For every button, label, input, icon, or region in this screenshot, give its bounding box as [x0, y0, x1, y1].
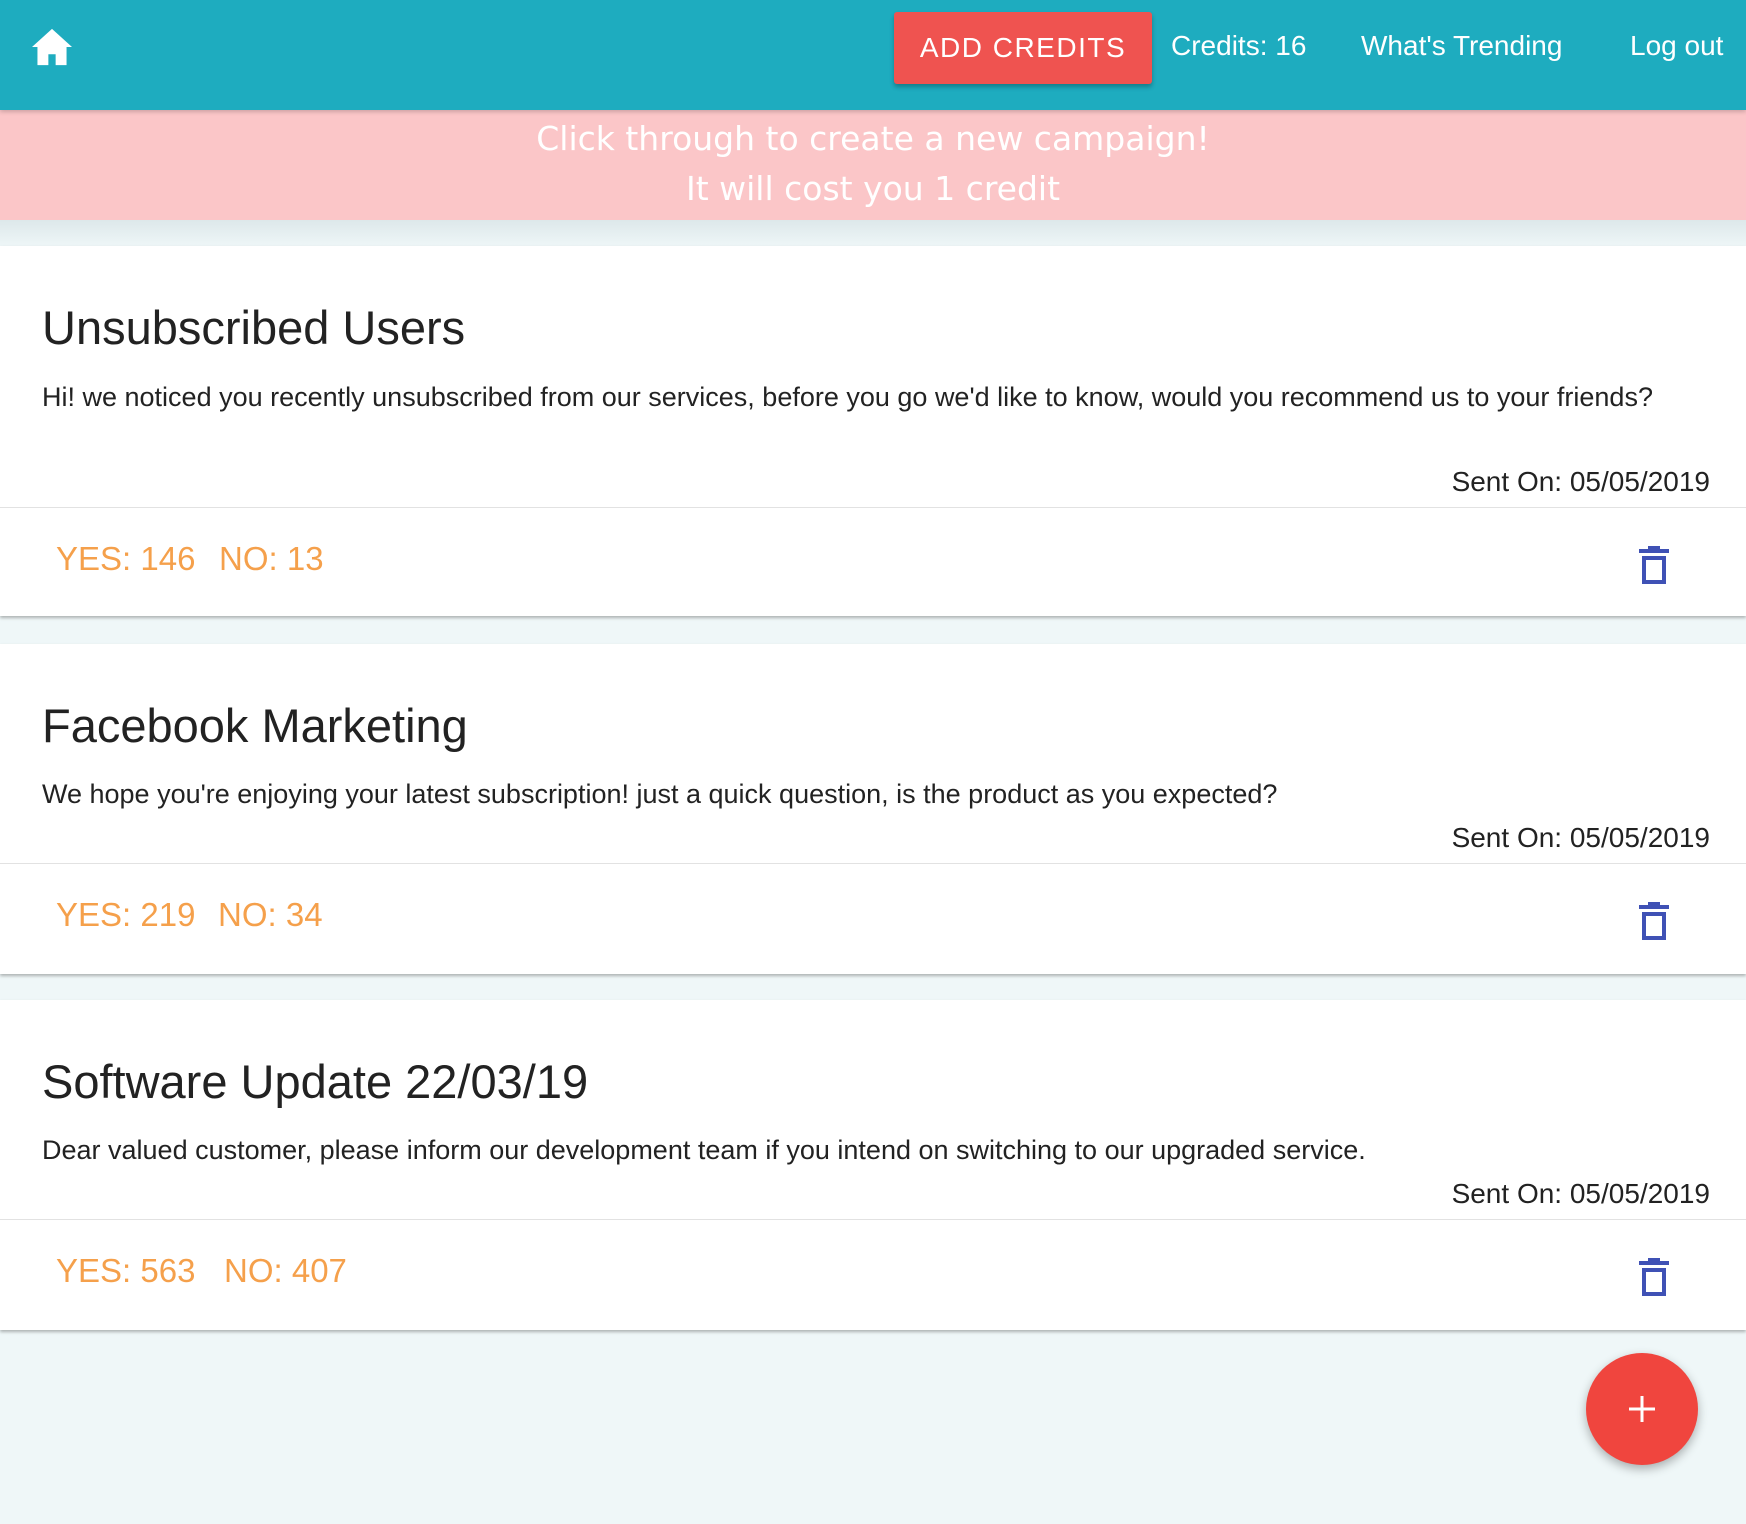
campaign-card: Software Update 22/03/19 Dear valued cus…	[0, 1000, 1746, 1330]
credits-count: Credits: 16	[1171, 30, 1307, 61]
add-campaign-fab[interactable]	[1586, 1353, 1698, 1465]
add-credits-button[interactable]: ADD CREDITS	[894, 12, 1152, 84]
new-campaign-banner[interactable]: Click through to create a new campaign! …	[0, 110, 1746, 220]
trash-icon	[1639, 902, 1669, 940]
banner-line-2: It will cost you 1 credit	[685, 169, 1061, 208]
card-actions: YES: 563 NO: 407	[0, 1220, 1746, 1328]
banner-line-1: Click through to create a new campaign!	[536, 119, 1210, 158]
yes-count: YES: 563	[56, 1252, 196, 1289]
no-count: NO: 34	[218, 896, 323, 933]
logout-link[interactable]: Log out	[1630, 26, 1723, 66]
banner-shadow	[0, 220, 1746, 246]
home-icon	[32, 28, 72, 66]
campaign-body: We hope you're enjoying your latest subs…	[42, 779, 1278, 809]
yes-count: YES: 146	[56, 540, 196, 577]
no-count: NO: 13	[219, 540, 324, 577]
home-link[interactable]	[30, 27, 74, 67]
campaign-body: Hi! we noticed you recently unsubscribed…	[42, 382, 1653, 412]
yes-count: YES: 219	[56, 896, 196, 933]
plus-icon	[1629, 1396, 1655, 1422]
campaign-sent-date: Sent On: 05/05/2019	[1451, 466, 1710, 497]
top-navbar: ADD CREDITS Credits: 16 What's Trending …	[0, 0, 1746, 110]
campaign-title: Software Update 22/03/19	[42, 1055, 589, 1108]
delete-campaign-button[interactable]	[1639, 902, 1669, 940]
trash-icon	[1639, 546, 1669, 584]
trash-icon	[1639, 1258, 1669, 1296]
campaign-card: Facebook Marketing We hope you're enjoyi…	[0, 644, 1746, 974]
campaign-sent-date: Sent On: 05/05/2019	[1451, 822, 1710, 853]
delete-campaign-button[interactable]	[1639, 546, 1669, 584]
campaign-title: Facebook Marketing	[42, 699, 468, 752]
whats-trending-link[interactable]: What's Trending	[1361, 26, 1562, 66]
campaign-sent-date: Sent On: 05/05/2019	[1451, 1178, 1710, 1209]
delete-campaign-button[interactable]	[1639, 1258, 1669, 1296]
no-count: NO: 407	[224, 1252, 347, 1289]
campaign-title: Unsubscribed Users	[42, 301, 466, 354]
card-actions: YES: 219 NO: 34	[0, 864, 1746, 972]
campaign-card: Unsubscribed Users Hi! we noticed you re…	[0, 246, 1746, 616]
card-actions: YES: 146 NO: 13	[0, 508, 1746, 616]
campaign-body: Dear valued customer, please inform our …	[42, 1135, 1366, 1165]
